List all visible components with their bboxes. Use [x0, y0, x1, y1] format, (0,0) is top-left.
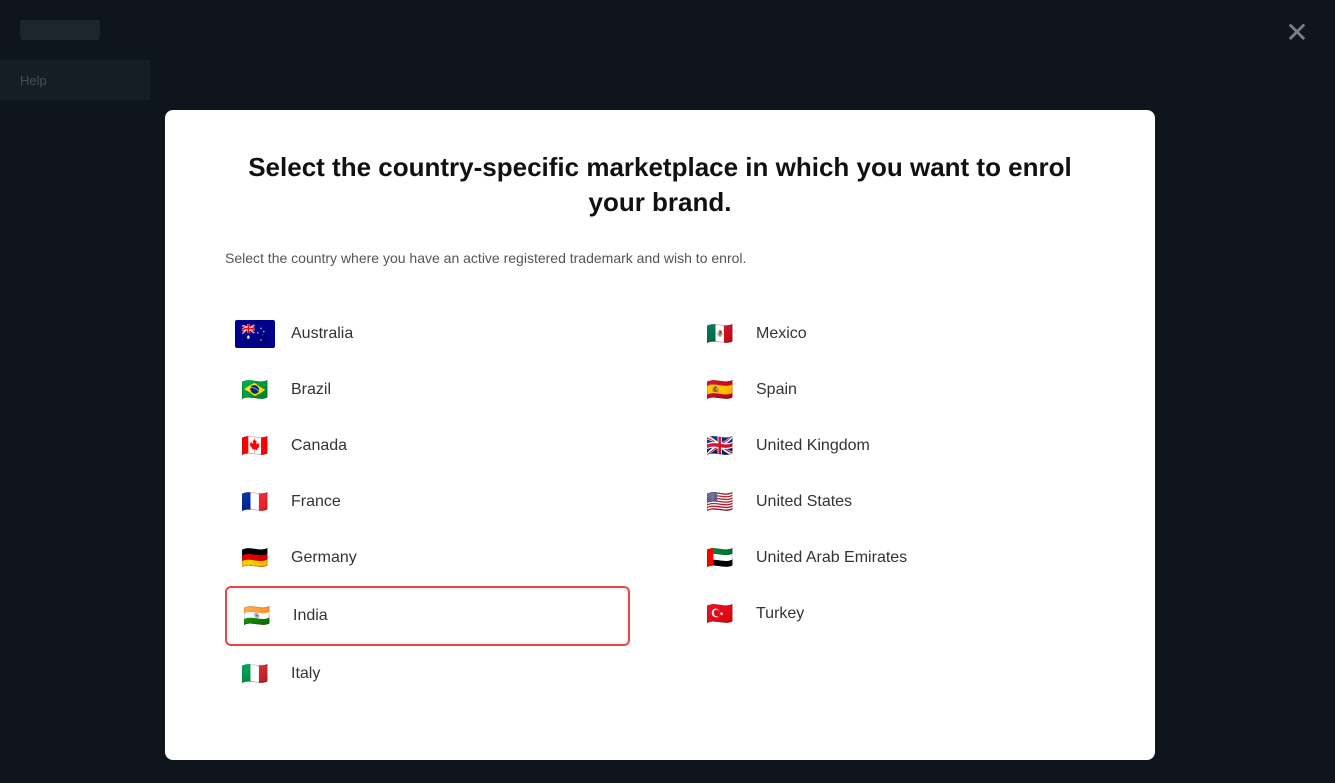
country-name-tr: Turkey — [756, 605, 804, 623]
country-name-es: Spain — [756, 381, 797, 399]
flag-france — [235, 488, 275, 516]
flag-turkey — [700, 600, 740, 628]
country-item-us[interactable]: United States — [690, 474, 1095, 530]
flag-brazil — [235, 376, 275, 404]
flag-india — [237, 602, 277, 630]
flag-australia — [235, 320, 275, 348]
country-name-gb: United Kingdom — [756, 437, 870, 455]
flag-mexico — [700, 320, 740, 348]
country-name-br: Brazil — [291, 381, 331, 399]
flag-united-kingdom — [700, 432, 740, 460]
country-name-it: Italy — [291, 665, 320, 683]
country-item-it[interactable]: Italy — [225, 646, 630, 702]
country-item-gb[interactable]: United Kingdom — [690, 418, 1095, 474]
country-item-de[interactable]: Germany — [225, 530, 630, 586]
flag-spain — [700, 376, 740, 404]
country-item-in[interactable]: India — [225, 586, 630, 646]
countries-left-column: Australia Brazil Canada France Germany — [225, 306, 630, 702]
flag-canada — [235, 432, 275, 460]
country-name-us: United States — [756, 493, 852, 511]
country-name-in: India — [293, 607, 328, 625]
country-name-ae: United Arab Emirates — [756, 549, 907, 567]
modal-subtitle: Select the country where you have an act… — [225, 250, 1095, 266]
flag-uae — [700, 544, 740, 572]
country-name-de: Germany — [291, 549, 357, 567]
flag-germany — [235, 544, 275, 572]
country-item-ca[interactable]: Canada — [225, 418, 630, 474]
country-item-tr[interactable]: Turkey — [690, 586, 1095, 642]
country-item-es[interactable]: Spain — [690, 362, 1095, 418]
modal-scroll-area[interactable]: Select the country-specific marketplace … — [165, 110, 1155, 760]
country-name-ca: Canada — [291, 437, 347, 455]
country-item-ae[interactable]: United Arab Emirates — [690, 530, 1095, 586]
flag-italy — [235, 660, 275, 688]
country-item-br[interactable]: Brazil — [225, 362, 630, 418]
flag-united-states — [700, 488, 740, 516]
country-name-mx: Mexico — [756, 325, 807, 343]
country-name-au: Australia — [291, 325, 353, 343]
country-name-fr: France — [291, 493, 341, 511]
country-item-au[interactable]: Australia — [225, 306, 630, 362]
countries-grid: Australia Brazil Canada France Germany — [225, 306, 1095, 702]
country-item-fr[interactable]: France — [225, 474, 630, 530]
countries-right-column: Mexico Spain United Kingdom United State… — [690, 306, 1095, 702]
country-select-modal: Select the country-specific marketplace … — [165, 110, 1155, 760]
modal-title: Select the country-specific marketplace … — [225, 150, 1095, 220]
country-item-mx[interactable]: Mexico — [690, 306, 1095, 362]
